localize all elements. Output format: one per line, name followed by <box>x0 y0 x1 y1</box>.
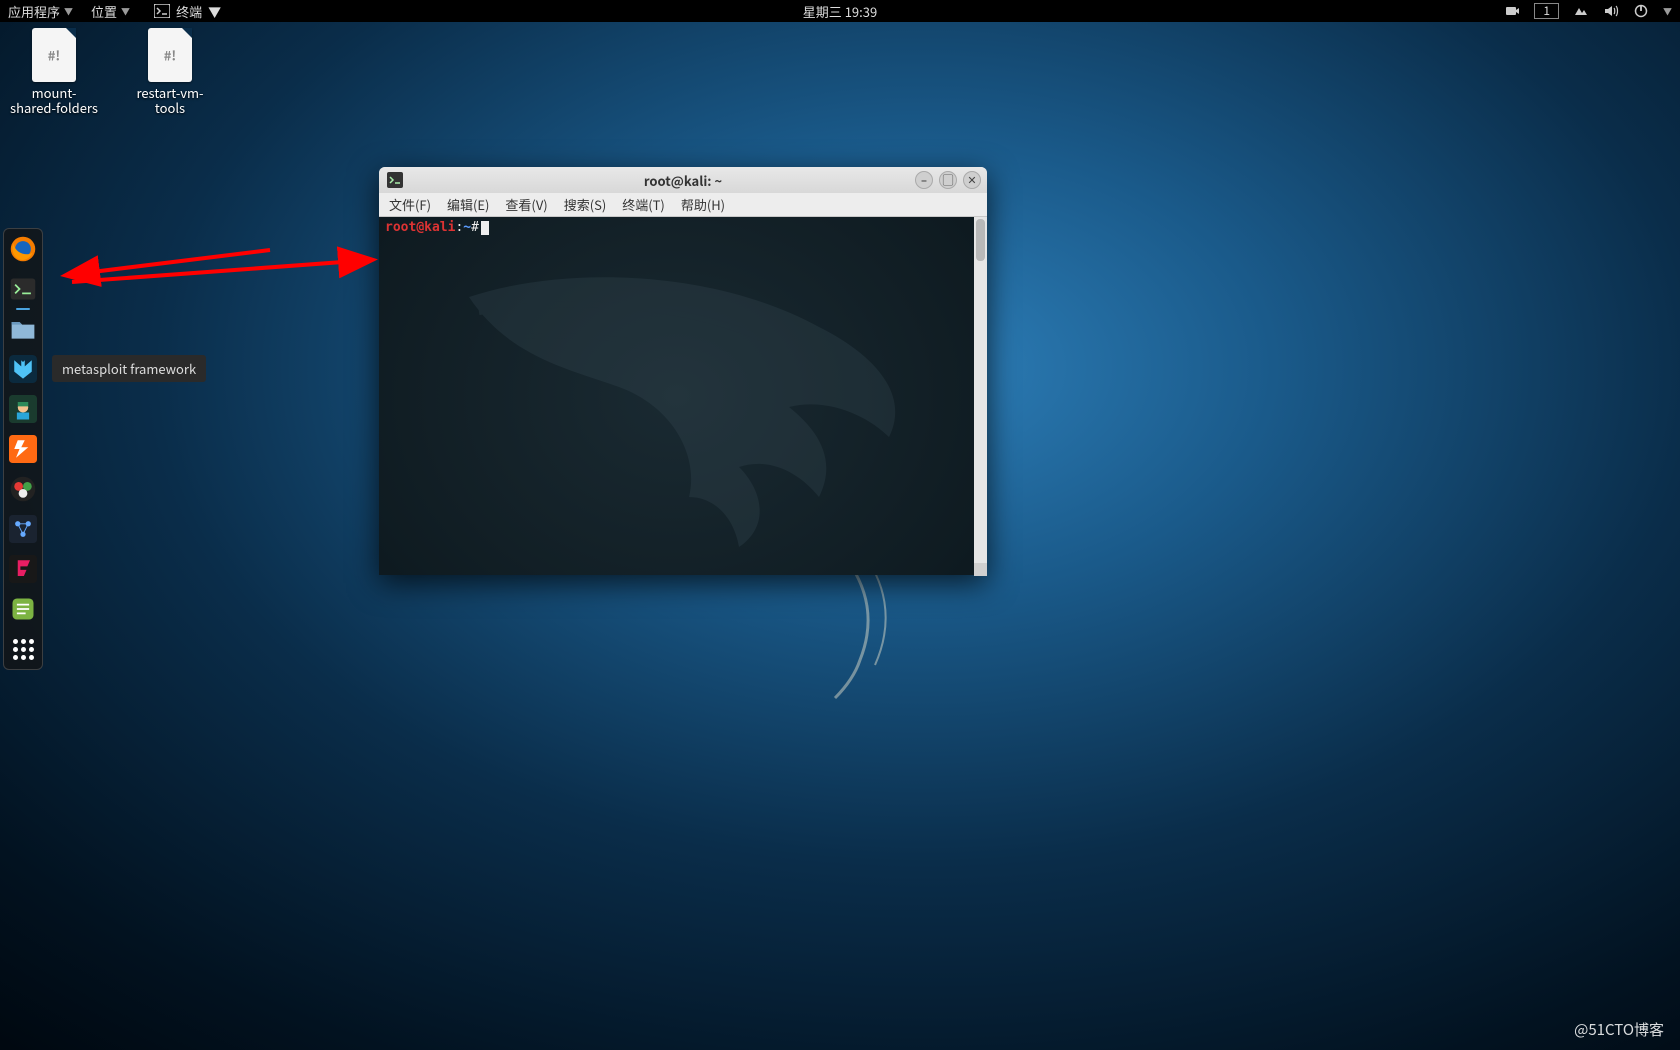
dock-burp[interactable] <box>7 433 39 465</box>
prompt-host: kali <box>424 220 455 235</box>
workspace-switcher[interactable]: 1 <box>1534 3 1559 19</box>
terminal-menubar: 文件(F) 编辑(E) 查看(V) 搜索(S) 终端(T) 帮助(H) <box>379 193 987 217</box>
places-menu[interactable]: 位置 ▼ <box>91 2 130 21</box>
firefox-icon <box>9 235 37 263</box>
menu-view[interactable]: 查看(V) <box>505 195 547 214</box>
dock-maltego[interactable] <box>7 513 39 545</box>
top-panel: 应用程序 ▼ 位置 ▼ 终端 ▼ 星期三 19:39 1 ▼ <box>0 0 1680 22</box>
desktop-icon-restart-vm[interactable]: restart-vm-tools <box>126 28 214 116</box>
dropdown-arrow-icon: ▼ <box>121 5 130 18</box>
script-file-icon <box>148 28 192 82</box>
dock-faraday[interactable] <box>7 553 39 585</box>
dock-metasploit[interactable] <box>7 353 39 385</box>
window-titlebar[interactable]: root@kali: ~ – ▢ ✕ <box>379 167 987 193</box>
script-file-icon <box>32 28 76 82</box>
apps-grid-icon <box>13 639 34 660</box>
terminal-prompt-line: root@kali:~# <box>385 220 968 235</box>
dock-terminal[interactable] <box>7 273 39 305</box>
scrollbar-thumb[interactable] <box>976 219 985 261</box>
terminal-body[interactable]: root@kali:~# <box>379 217 987 575</box>
maximize-button[interactable]: ▢ <box>939 171 957 189</box>
menu-help[interactable]: 帮助(H) <box>681 195 725 214</box>
desktop-icons: mount-shared-folders restart-vm-tools <box>10 28 214 116</box>
close-button[interactable]: ✕ <box>963 171 981 189</box>
volume-tray-icon[interactable] <box>1603 3 1619 19</box>
watermark: @51CTO博客 <box>1574 1019 1664 1040</box>
burp-icon <box>9 435 37 463</box>
maltego-icon <box>9 515 37 543</box>
terminal-window: root@kali: ~ – ▢ ✕ 文件(F) 编辑(E) 查看(V) 搜索(… <box>379 167 987 575</box>
menu-search[interactable]: 搜索(S) <box>564 195 607 214</box>
dropdown-arrow-icon: ▼ <box>1663 5 1672 18</box>
dock-firefox[interactable] <box>7 233 39 265</box>
dock-armitage[interactable] <box>7 393 39 425</box>
menu-edit[interactable]: 编辑(E) <box>447 195 489 214</box>
desktop-icon-label: mount-shared-folders <box>10 86 98 116</box>
leafpad-icon <box>9 595 37 623</box>
dock-zenmap[interactable] <box>7 473 39 505</box>
metasploit-icon <box>9 355 37 383</box>
terminal-icon <box>9 275 37 303</box>
power-tray-icon[interactable] <box>1633 3 1649 19</box>
prompt-user: root <box>385 220 416 235</box>
kali-dragon-icon <box>419 257 939 557</box>
dropdown-arrow-icon: ▼ <box>208 2 221 21</box>
clock[interactable]: 星期三 19:39 <box>803 2 877 21</box>
resize-grip[interactable] <box>974 563 987 576</box>
places-label: 位置 <box>91 2 117 21</box>
terminal-icon <box>387 172 403 192</box>
prompt-hash: # <box>471 220 479 235</box>
minimize-button[interactable]: – <box>915 171 933 189</box>
dock-tooltip: metasploit framework <box>52 355 206 382</box>
annotation-arrows <box>50 240 380 310</box>
armitage-icon <box>9 395 37 423</box>
prompt-at: @ <box>416 220 424 235</box>
faraday-icon <box>9 555 37 583</box>
dock-files[interactable] <box>7 313 39 345</box>
dock-show-apps[interactable] <box>7 633 39 665</box>
dock-leafpad[interactable] <box>7 593 39 625</box>
menu-file[interactable]: 文件(F) <box>389 195 431 214</box>
prompt-path: ~ <box>463 220 471 235</box>
menu-terminal[interactable]: 终端(T) <box>622 195 665 214</box>
camera-tray-icon[interactable] <box>1504 3 1520 19</box>
zenmap-icon <box>9 475 37 503</box>
screenshot-tray-icon[interactable] <box>1573 3 1589 19</box>
running-app-label: 终端 <box>176 2 202 21</box>
terminal-cursor <box>481 221 489 235</box>
running-app-indicator[interactable]: 终端 ▼ <box>154 2 221 21</box>
applications-label: 应用程序 <box>8 2 60 21</box>
dropdown-arrow-icon: ▼ <box>64 5 73 18</box>
window-title: root@kali: ~ <box>644 171 722 190</box>
dock <box>3 228 43 670</box>
applications-menu[interactable]: 应用程序 ▼ <box>8 2 73 21</box>
terminal-icon <box>154 4 170 18</box>
desktop-icon-mount-shared[interactable]: mount-shared-folders <box>10 28 98 116</box>
desktop-icon-label: restart-vm-tools <box>126 86 214 116</box>
folder-icon <box>9 315 37 343</box>
